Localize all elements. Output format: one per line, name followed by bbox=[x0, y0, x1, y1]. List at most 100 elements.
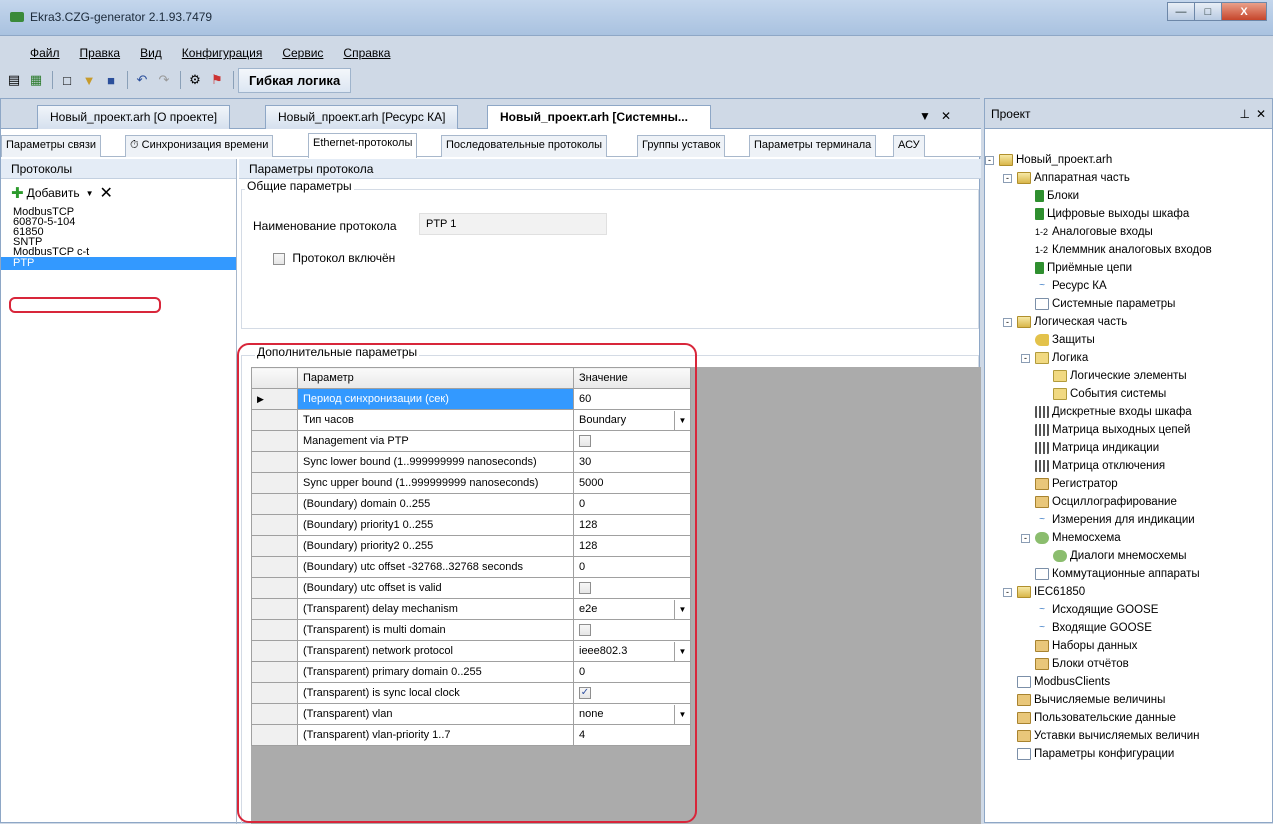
project-panel: Проект ⊥ ✕ - Новый_проект.arh - Аппаратная … bbox=[984, 98, 1273, 823]
collapse-icon[interactable]: - bbox=[1021, 354, 1030, 363]
tab-time-sync[interactable]: ⏱ Синхронизация времени bbox=[125, 135, 274, 157]
tab-ethernet-protocols[interactable]: Ethernet-протоколы bbox=[308, 133, 418, 158]
tree-item[interactable]: - IEC61850 bbox=[985, 583, 1212, 601]
tree-item[interactable]: Дискретные входы шкафа bbox=[985, 403, 1212, 421]
protocol-enabled-checkbox[interactable] bbox=[273, 252, 285, 265]
tree-item-label: Системные параметры bbox=[1052, 298, 1176, 310]
tree-item-label: Уставки вычисляемых величин bbox=[1034, 730, 1200, 742]
tree-item[interactable]: Системные параметры bbox=[985, 295, 1212, 313]
menu-item-5[interactable]: Справка bbox=[313, 46, 400, 60]
tree-item[interactable]: Матрица отключения bbox=[985, 457, 1212, 475]
tree-item[interactable]: Логические элементы bbox=[985, 367, 1212, 385]
tree-item[interactable]: Коммутационные аппараты bbox=[985, 565, 1212, 583]
tree-item[interactable]: - Логическая часть bbox=[985, 313, 1212, 331]
green-icon bbox=[1035, 207, 1044, 220]
title-bar: Ekra3.CZG-generator 2.1.93.7479 — □ X bbox=[0, 0, 1273, 36]
tree-item[interactable]: Приёмные цепи bbox=[985, 259, 1212, 277]
tab-list-dropdown-icon[interactable]: ▼ bbox=[919, 109, 931, 123]
flag-icon[interactable]: ⚑ bbox=[207, 70, 227, 90]
tree-item[interactable]: - Мнемосхема bbox=[985, 529, 1212, 547]
tree-item[interactable]: Уставки вычисляемых величин bbox=[985, 727, 1212, 745]
tab-resource-ka[interactable]: Новый_проект.arh [Ресурс КА] bbox=[265, 105, 459, 129]
tree-item-label: Новый_проект.arh bbox=[1016, 154, 1113, 166]
tree-item[interactable]: Наборы данных bbox=[985, 637, 1212, 655]
tree-item[interactable]: Защиты bbox=[985, 331, 1212, 349]
tree-item-label: Регистратор bbox=[1052, 478, 1118, 490]
wave-icon: ~ bbox=[1035, 279, 1049, 292]
excel-icon[interactable]: ▦ bbox=[26, 70, 46, 90]
collapse-icon[interactable]: - bbox=[985, 156, 994, 165]
tree-item[interactable]: Матрица выходных цепей bbox=[985, 421, 1212, 439]
tab-asu[interactable]: АСУ bbox=[893, 135, 925, 157]
tab-terminal-params[interactable]: Параметры терминала bbox=[749, 135, 877, 157]
protocol-item[interactable]: PTP bbox=[1, 257, 236, 270]
tree-item[interactable]: ~ Входящие GOOSE bbox=[985, 619, 1212, 637]
tab-system-params[interactable]: Новый_проект.arh [Системны... bbox=[487, 105, 711, 129]
tree-item-label: Логическая часть bbox=[1034, 316, 1128, 328]
tree-item[interactable]: Цифровые выходы шкафа bbox=[985, 205, 1212, 223]
tree-item[interactable]: Параметры конфигурации bbox=[985, 745, 1212, 763]
close-tab-icon[interactable]: ✕ bbox=[941, 109, 951, 123]
add-protocol-button[interactable]: Добавить bbox=[27, 186, 80, 200]
grid-icon bbox=[1035, 423, 1049, 436]
redo-icon[interactable]: ↷ bbox=[154, 70, 174, 90]
tree-item[interactable]: ~ Исходящие GOOSE bbox=[985, 601, 1212, 619]
project-tree: - Новый_проект.arh - Аппаратная часть Блоки Ц… bbox=[985, 151, 1212, 763]
yellow-icon bbox=[1035, 351, 1049, 364]
tree-item[interactable]: ~ Ресурс КА bbox=[985, 277, 1212, 295]
tree-item[interactable]: - Аппаратная часть bbox=[985, 169, 1212, 187]
close-panel-icon[interactable]: ✕ bbox=[1256, 107, 1266, 121]
tree-item[interactable]: Регистратор bbox=[985, 475, 1212, 493]
toolbar-separator bbox=[233, 71, 234, 89]
protocols-list: ModbusTCP 60870-5-104 61850 SNTP ModbusTCP c… bbox=[1, 207, 236, 270]
open-folder-icon[interactable]: ▼ bbox=[79, 70, 99, 90]
tree-item[interactable]: Матрица индикации bbox=[985, 439, 1212, 457]
add-icon[interactable]: ✚ bbox=[11, 184, 24, 202]
collapse-icon[interactable]: - bbox=[1003, 174, 1012, 183]
tree-item[interactable]: ~ Измерения для индикации bbox=[985, 511, 1212, 529]
delete-icon[interactable]: ✕ bbox=[100, 183, 113, 203]
tree-item[interactable]: Диалоги мнемосхемы bbox=[985, 547, 1212, 565]
menu-bar: Файл Правка Вид Конфигурация Сервис Справка bbox=[0, 42, 980, 64]
tree-item[interactable]: - Новый_проект.arh bbox=[985, 151, 1212, 169]
collapse-icon[interactable]: - bbox=[1003, 588, 1012, 597]
save-icon[interactable]: ■ bbox=[101, 70, 121, 90]
tree-item[interactable]: 1-2 Аналоговые входы bbox=[985, 223, 1212, 241]
undo-icon[interactable]: ↶ bbox=[132, 70, 152, 90]
doc-icon bbox=[1017, 675, 1031, 688]
tab-about-project[interactable]: Новый_проект.arh [О проекте] bbox=[37, 105, 231, 129]
tree-item[interactable]: События системы bbox=[985, 385, 1212, 403]
list-icon[interactable]: ▤ bbox=[4, 70, 24, 90]
tree-item[interactable]: Осциллографирование bbox=[985, 493, 1212, 511]
general-params-title: Общие параметры bbox=[245, 179, 354, 193]
tree-item[interactable]: Блоки bbox=[985, 187, 1212, 205]
protocol-item[interactable]: ModbusTCP c-t bbox=[1, 247, 236, 258]
tree-item[interactable]: Пользовательские данные bbox=[985, 709, 1212, 727]
gear-icon[interactable]: ⚙ bbox=[185, 70, 205, 90]
flexible-logic-button[interactable]: Гибкая логика bbox=[238, 67, 352, 93]
add-dropdown-icon[interactable]: ▼ bbox=[86, 189, 94, 198]
tree-item[interactable]: ModbusClients bbox=[985, 673, 1212, 691]
wave-icon: ~ bbox=[1035, 603, 1049, 616]
green-icon bbox=[1035, 189, 1044, 202]
protocol-name-field[interactable]: PTP 1 bbox=[419, 213, 607, 235]
project-panel-title: Проект bbox=[991, 107, 1031, 121]
tab-comm-params[interactable]: Параметры связи bbox=[1, 135, 102, 157]
pin-icon[interactable]: ⊥ bbox=[1240, 107, 1250, 121]
tab-serial-protocols[interactable]: Последовательные протоколы bbox=[441, 135, 608, 157]
collapse-icon[interactable]: - bbox=[1003, 318, 1012, 327]
close-button[interactable]: X bbox=[1221, 2, 1267, 21]
protocol-enabled-row: Протокол включён bbox=[273, 251, 395, 265]
tab-setting-groups[interactable]: Группы уставок bbox=[637, 135, 726, 157]
grid-icon bbox=[1035, 459, 1049, 472]
tree-item[interactable]: - Логика bbox=[985, 349, 1212, 367]
tree-item[interactable]: Блоки отчётов bbox=[985, 655, 1212, 673]
tree-item[interactable]: Вычисляемые величины bbox=[985, 691, 1212, 709]
tree-item[interactable]: 1-2 Клеммник аналоговых входов bbox=[985, 241, 1212, 259]
new-file-icon[interactable]: □ bbox=[57, 70, 77, 90]
num-icon: 1-2 bbox=[1035, 244, 1049, 255]
grid-icon bbox=[1035, 441, 1049, 454]
maximize-button[interactable]: □ bbox=[1194, 2, 1222, 21]
minimize-button[interactable]: — bbox=[1167, 2, 1195, 21]
collapse-icon[interactable]: - bbox=[1021, 534, 1030, 543]
